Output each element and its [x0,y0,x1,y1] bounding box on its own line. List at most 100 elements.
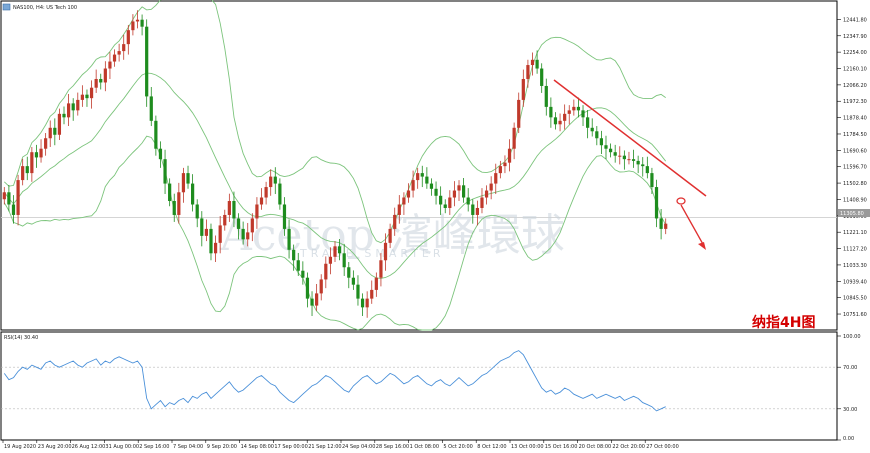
candle-body [181,173,186,193]
time-tick-label: 19 Aug 2020 [4,444,36,450]
current-price-tag: 11305.80 [840,211,864,217]
candle-body [273,176,277,184]
candle-body [85,94,89,99]
price-tick-label: 11408.90 [843,197,867,203]
candle-body [34,152,39,158]
candle-body [498,166,502,174]
candle-body [103,68,107,83]
candle-body [595,131,599,139]
candle-body [558,120,562,125]
candle-body [416,173,420,181]
time-tick-label: 5 Oct 20:00 [443,444,472,450]
candle-body [213,242,218,254]
candle-body [255,204,259,219]
rsi-title: RSI(14) 30.40 [4,335,38,341]
candle-body [494,173,498,184]
candle-body [94,78,98,88]
watermark: Acetop 濱峰環球 TRADE SMARTER [219,210,565,261]
candle-body [39,148,43,158]
candle-body [388,228,392,243]
candle-body [645,166,649,174]
candle-body [204,228,209,236]
price-tick-label: 12066.20 [843,83,867,89]
candle-body [44,138,48,149]
candle-body [209,228,213,254]
time-tick-label: 14 Sep 08:00 [241,444,274,450]
time-tick-label: 9 Sep 20:00 [207,444,237,450]
chart-title: NAS100, H4: US Tech 100 [13,5,77,11]
candle-body [135,19,140,22]
candle-body [452,190,457,198]
candle-body [172,201,176,215]
candle-body [11,204,16,215]
price-tick-label: 11690.60 [843,148,867,154]
candle-body [370,289,374,299]
candle-body [654,187,659,219]
candle-body [154,120,158,149]
candle-body [131,21,135,31]
candle-body [466,197,470,205]
candle-body [319,279,323,294]
candle-body [641,164,645,167]
candle-body [62,113,66,118]
candle-body [126,30,130,45]
candle-body [393,214,397,229]
candle-body [112,54,117,62]
time-tick-label: 8 Oct 12:00 [477,444,506,450]
time-tick-label: 24 Sep 04:00 [342,444,375,450]
candle-body [218,225,222,243]
candle-body [659,218,663,229]
candle-body [439,195,443,205]
candle-body [337,246,342,254]
candle-body [351,277,355,285]
rsi-tick-label: 70.00 [843,365,857,371]
candle-body [622,155,626,160]
rsi-tick-label: 100.00 [843,334,861,340]
candle-body [406,190,411,198]
candle-body [328,256,333,264]
candle-body [7,192,11,205]
candle-body [636,160,640,165]
candle-body [163,159,167,184]
price-tick-label: 11972.30 [843,99,867,105]
time-tick-label: 27 Oct 00:00 [646,444,679,450]
candle-body [540,68,544,86]
candle-body [57,113,62,135]
candle-body [301,270,305,278]
candle-body [16,180,20,215]
candle-body [434,188,438,196]
candle-body [89,87,94,99]
price-tick-label: 11502.80 [843,181,867,187]
candle-body [315,293,319,306]
main-panel-frame [0,0,838,331]
candle-body [489,183,493,191]
candle-body [71,103,75,111]
time-tick-label: 23 Aug 20:00 [38,444,72,450]
time-tick-label: 22 Oct 20:00 [612,444,645,450]
candle-body [553,117,558,125]
rsi-axis: 100.00 70.00 30.00 0.00 [837,334,861,442]
candle-body [420,173,424,177]
candle-body [590,127,594,132]
candle-body [21,166,25,181]
candle-body [627,159,631,161]
candle-body [25,166,29,174]
candle-body [122,44,126,52]
time-tick-label: 31 Aug 00:00 [105,444,139,450]
candle-body [2,192,6,200]
symbol-icon [2,3,11,11]
candle-body [76,99,80,111]
candle-body [53,127,57,135]
candle-body [246,232,250,240]
candle-body [526,65,530,79]
candle-body [168,183,172,202]
candle-body [108,61,112,69]
candle-body [347,267,351,278]
candle-body [402,197,406,205]
candle-body [241,228,245,240]
candle-body [99,78,103,83]
candle-body [383,242,388,261]
candle-body [140,19,144,27]
candle-body [264,187,268,198]
candle-body [223,214,227,226]
